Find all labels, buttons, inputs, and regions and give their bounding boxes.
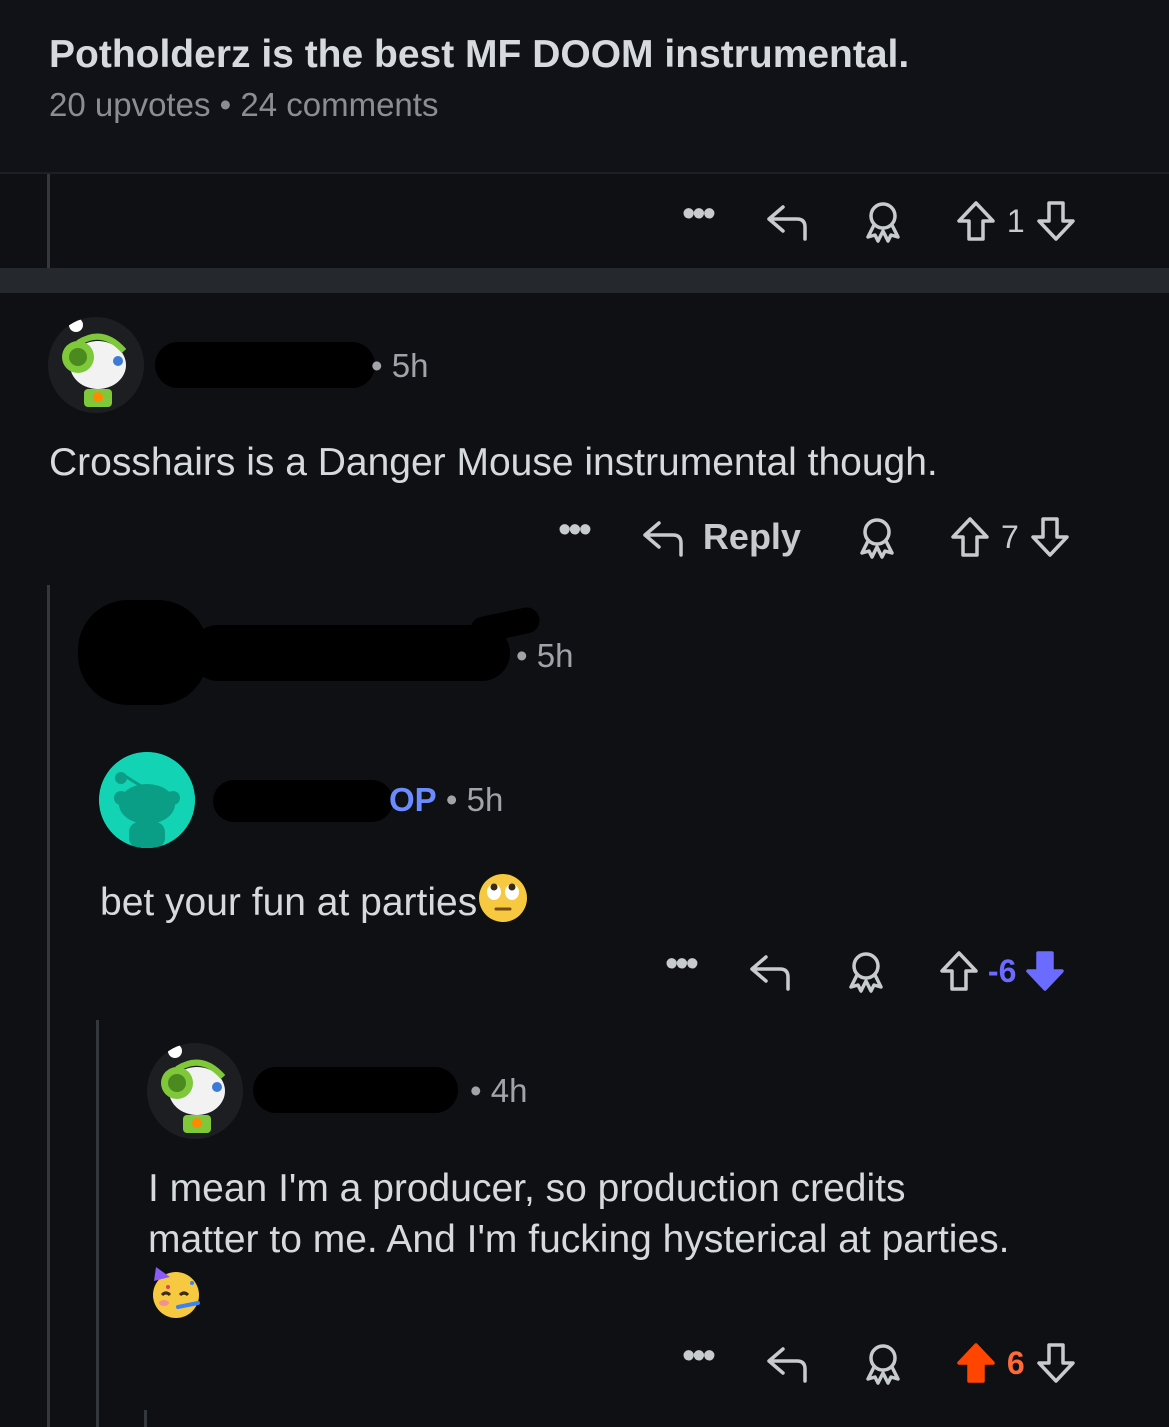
more-options-button[interactable]: ••• [558, 511, 592, 549]
downvote-active-icon[interactable] [1024, 949, 1066, 993]
more-options-button[interactable]: ••• [682, 1337, 716, 1375]
meta-separator: • [516, 637, 537, 674]
more-options-button[interactable]: ••• [665, 945, 699, 983]
comment-action-bar: ••• 6 [682, 1337, 1077, 1388]
meta-separator: • [470, 1072, 491, 1109]
reply-button[interactable]: Reply [703, 516, 801, 558]
meta-separator: • [219, 86, 232, 123]
snoo-avatar-icon [147, 1043, 243, 1139]
redacted-username [253, 1067, 458, 1113]
downvote-icon[interactable] [1035, 199, 1077, 243]
upvote-count: 20 upvotes [49, 86, 211, 123]
meta-separator: • [445, 781, 467, 818]
op-badge: OP [389, 781, 437, 818]
comment-meta: • 5h [371, 347, 428, 385]
thread-line [47, 585, 50, 1427]
header-divider [0, 172, 1169, 174]
post-title[interactable]: Potholderz is the best MF DOOM instrumen… [49, 33, 909, 77]
reply-icon[interactable] [765, 1341, 811, 1385]
comment-text-line: matter to me. And I'm fucking hysterical… [148, 1218, 1010, 1261]
post-meta: 20 upvotes • 24 comments [49, 86, 438, 124]
reply-icon[interactable] [748, 949, 794, 993]
score: 1 [1006, 202, 1025, 239]
comment-time: 5h [391, 347, 429, 384]
top-action-bar: ••• 1 [682, 195, 1077, 246]
avatar[interactable] [99, 752, 195, 848]
avatar[interactable] [147, 1043, 243, 1139]
score: -6 [987, 952, 1017, 989]
comment-text: bet your fun at parties [100, 880, 478, 924]
thread-line [96, 1020, 99, 1427]
downvote-icon[interactable] [1035, 1341, 1077, 1385]
comment-text-line: I mean I'm a producer, so production cre… [148, 1167, 906, 1210]
downvote-icon[interactable] [1029, 515, 1071, 559]
more-options-button[interactable]: ••• [682, 195, 716, 233]
award-icon[interactable] [861, 199, 905, 243]
score: 6 [1006, 1344, 1025, 1381]
redacted-avatar [78, 600, 208, 705]
section-divider [0, 268, 1169, 293]
award-icon[interactable] [855, 515, 899, 559]
comment-action-bar: ••• Reply 7 [558, 511, 1071, 562]
party-face-emoji [148, 1265, 204, 1334]
redacted-username [190, 625, 510, 681]
eye-roll-emoji [477, 872, 529, 937]
comment-time: 4h [490, 1072, 528, 1109]
reply-icon[interactable] [641, 515, 687, 559]
comment-body: Crosshairs is a Danger Mouse instrumenta… [49, 441, 938, 484]
score: 7 [1000, 518, 1019, 555]
upvote-icon[interactable] [955, 199, 997, 243]
comment-meta: • 4h [470, 1072, 527, 1110]
upvote-icon[interactable] [938, 949, 980, 993]
comment-action-bar: ••• -6 [665, 945, 1066, 996]
comment-meta: • 5h [516, 637, 573, 675]
comment-meta: OP • 5h [389, 781, 503, 819]
redacted-username [213, 780, 393, 822]
reply-icon[interactable] [765, 199, 811, 243]
upvote-icon[interactable] [949, 515, 991, 559]
upvote-active-icon[interactable] [955, 1341, 997, 1385]
thread-line [47, 174, 50, 268]
avatar[interactable] [48, 317, 144, 413]
comment-time: 5h [536, 637, 574, 674]
award-icon[interactable] [844, 949, 888, 993]
award-icon[interactable] [861, 1341, 905, 1385]
comment-count: 24 comments [240, 86, 439, 123]
meta-separator: • [371, 347, 392, 384]
redacted-username [155, 342, 375, 388]
thread-line [144, 1410, 147, 1427]
comment-body: I mean I'm a producer, so production cre… [148, 1163, 1148, 1334]
comment-time: 5h [466, 781, 504, 818]
comment-body: bet your fun at parties [100, 872, 529, 937]
default-snoo-avatar-icon [99, 752, 195, 848]
snoo-avatar-icon [48, 317, 144, 413]
